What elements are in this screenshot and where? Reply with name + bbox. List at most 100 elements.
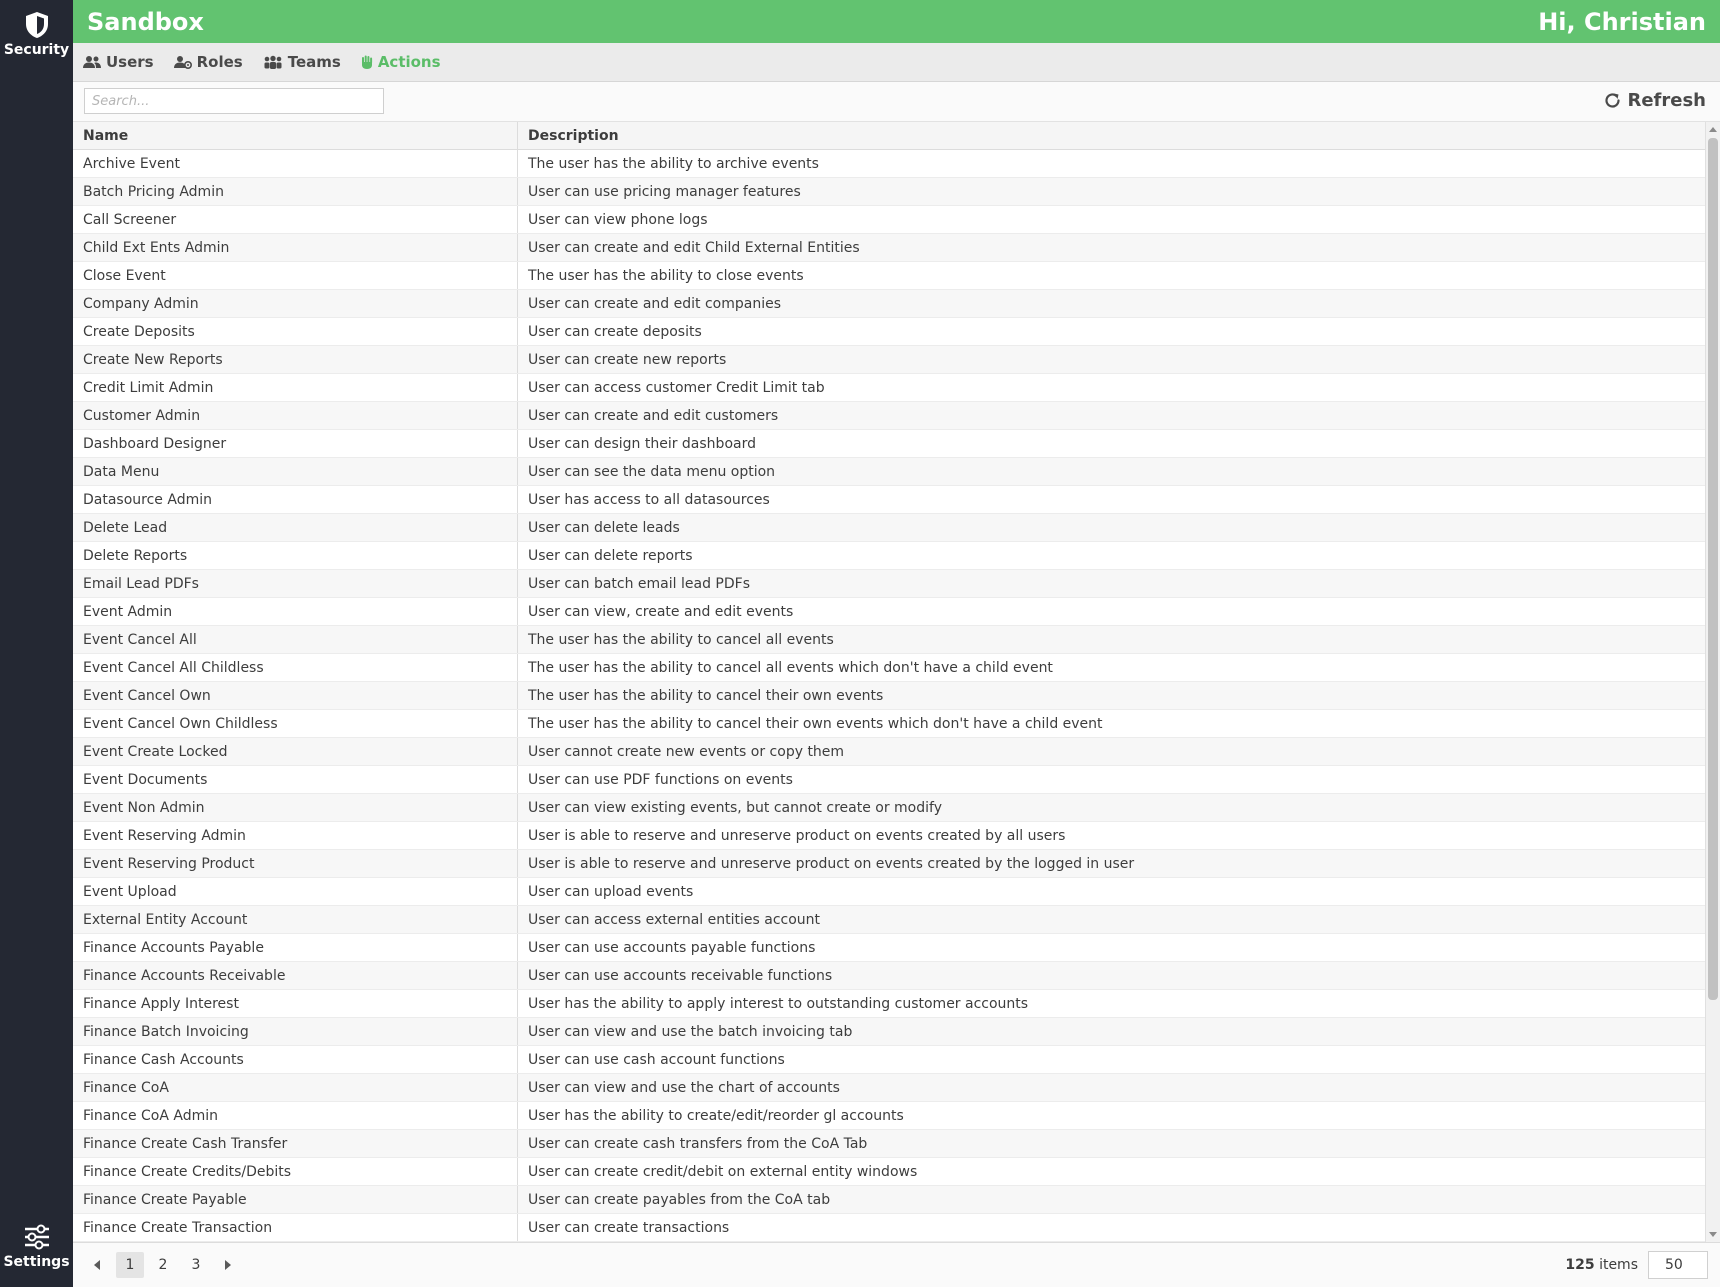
- table-row[interactable]: Batch Pricing Admin User can use pricing …: [73, 178, 1705, 206]
- table-row[interactable]: Delete Lead User can delete leads: [73, 514, 1705, 542]
- table-row[interactable]: Finance Accounts Receivable User can use …: [73, 962, 1705, 990]
- table-row[interactable]: Event Admin User can view, create and edi…: [73, 598, 1705, 626]
- cell-description: User can access customer Credit Limit ta…: [528, 379, 825, 396]
- cell-name: Create Deposits: [73, 318, 518, 345]
- table-row[interactable]: Dashboard Designer User can design their …: [73, 430, 1705, 458]
- cell-name: Finance Create Transaction: [73, 1214, 518, 1241]
- cell-name: Finance Apply Interest: [73, 990, 518, 1017]
- cell-description: User can see the data menu option: [528, 463, 776, 480]
- search-input[interactable]: [84, 88, 384, 114]
- cell-name: Create New Reports: [73, 346, 518, 373]
- toolbar: Refresh: [73, 82, 1720, 122]
- rail-label-security: Security: [3, 42, 70, 58]
- table-row[interactable]: Event Cancel Own The user has the ability…: [73, 682, 1705, 710]
- table-row[interactable]: Event Cancel Own Childless The user has t…: [73, 710, 1705, 738]
- cell-description: User cannot create new events or copy th…: [528, 743, 845, 760]
- cell-description: User can create new reports: [528, 351, 727, 368]
- cell-name: Finance Create Payable: [73, 1186, 518, 1213]
- cell-description: User can create credit/debit on external…: [528, 1163, 918, 1180]
- cell-description: User can create deposits: [528, 323, 702, 340]
- table-row[interactable]: Finance Create Payable User can create pa…: [73, 1186, 1705, 1214]
- tab-bar: Users Roles Teams Actions: [73, 43, 1720, 82]
- table-row[interactable]: Event Reserving Admin User is able to res…: [73, 822, 1705, 850]
- table-row[interactable]: Finance Accounts Payable User can use acc…: [73, 934, 1705, 962]
- table-row[interactable]: Call Screener User can view phone logs: [73, 206, 1705, 234]
- table-row[interactable]: Finance Create Cash Transfer User can cre…: [73, 1130, 1705, 1158]
- pager-page-2[interactable]: 2: [149, 1252, 177, 1278]
- tab-users[interactable]: Users: [83, 53, 154, 71]
- table-row[interactable]: Finance CoA Admin User has the ability to…: [73, 1102, 1705, 1130]
- cell-name: Email Lead PDFs: [73, 570, 518, 597]
- table-row[interactable]: Finance Cash Accounts User can use cash a…: [73, 1046, 1705, 1074]
- cell-description: User can use pricing manager features: [528, 183, 801, 200]
- table-row[interactable]: Child Ext Ents Admin User can create and …: [73, 234, 1705, 262]
- table-row[interactable]: Finance Batch Invoicing User can view and…: [73, 1018, 1705, 1046]
- pager-next-button[interactable]: [214, 1251, 242, 1279]
- table-row[interactable]: Create New Reports User can create new re…: [73, 346, 1705, 374]
- cell-description: User can create and edit customers: [528, 407, 779, 424]
- table-row[interactable]: Company Admin User can create and edit co…: [73, 290, 1705, 318]
- cell-name: Delete Lead: [73, 514, 518, 541]
- cell-description: User can use accounts receivable functio…: [528, 967, 833, 984]
- users-icon: [83, 56, 101, 68]
- scroll-up-icon[interactable]: [1709, 127, 1717, 132]
- pager-page-3[interactable]: 3: [182, 1252, 210, 1278]
- table-row[interactable]: External Entity Account User can access e…: [73, 906, 1705, 934]
- items-label: items: [1599, 1257, 1638, 1273]
- rail-item-security[interactable]: Security: [0, 10, 73, 58]
- table-row[interactable]: Event Cancel All Childless The user has t…: [73, 654, 1705, 682]
- table-row[interactable]: Create Deposits User can create deposits: [73, 318, 1705, 346]
- table-row[interactable]: Credit Limit Admin User can access custom…: [73, 374, 1705, 402]
- scroll-thumb[interactable]: [1708, 138, 1718, 1000]
- table-row[interactable]: Datasource Admin User has access to all d…: [73, 486, 1705, 514]
- table-row[interactable]: Finance Create Transaction User can creat…: [73, 1214, 1705, 1242]
- table-row[interactable]: Event Reserving Product User is able to r…: [73, 850, 1705, 878]
- table-row[interactable]: Email Lead PDFs User can batch email lead…: [73, 570, 1705, 598]
- cell-name: Delete Reports: [73, 542, 518, 569]
- tab-roles[interactable]: Roles: [173, 53, 243, 71]
- table-row[interactable]: Customer Admin User can create and edit c…: [73, 402, 1705, 430]
- cell-description: The user has the ability to close events: [528, 267, 804, 284]
- cell-name: Archive Event: [73, 150, 518, 177]
- column-header-name[interactable]: Name: [73, 122, 518, 149]
- cell-description: The user has the ability to cancel all e…: [528, 631, 834, 648]
- table-row[interactable]: Finance Create Credits/Debits User can cr…: [73, 1158, 1705, 1186]
- table-row[interactable]: Delete Reports User can delete reports: [73, 542, 1705, 570]
- tab-teams[interactable]: Teams: [263, 53, 341, 71]
- cell-name: External Entity Account: [73, 906, 518, 933]
- table-row[interactable]: Data Menu User can see the data menu opti…: [73, 458, 1705, 486]
- grid-scrollbar[interactable]: [1705, 122, 1720, 1242]
- refresh-label: Refresh: [1627, 90, 1706, 111]
- cell-name: Event Cancel Own Childless: [73, 710, 518, 737]
- table-row[interactable]: Event Non Admin User can view existing ev…: [73, 794, 1705, 822]
- table-row[interactable]: Archive Event The user has the ability to…: [73, 150, 1705, 178]
- table-row[interactable]: Event Create Locked User cannot create ne…: [73, 738, 1705, 766]
- cell-name: Finance Cash Accounts: [73, 1046, 518, 1073]
- rail-item-settings[interactable]: Settings: [0, 1222, 73, 1270]
- table-row[interactable]: Event Cancel All The user has the ability…: [73, 626, 1705, 654]
- column-header-description[interactable]: Description: [518, 122, 1705, 149]
- page-size-select[interactable]: 50: [1648, 1251, 1708, 1279]
- cell-name: Call Screener: [73, 206, 518, 233]
- user-greeting[interactable]: Hi, Christian: [1538, 8, 1706, 36]
- table-row[interactable]: Close Event The user has the ability to c…: [73, 262, 1705, 290]
- cell-description: User can use PDF functions on events: [528, 771, 793, 788]
- cell-name: Event Cancel Own: [73, 682, 518, 709]
- pager-page-1[interactable]: 1: [116, 1252, 144, 1278]
- table-row[interactable]: Finance CoA User can view and use the cha…: [73, 1074, 1705, 1102]
- cell-name: Close Event: [73, 262, 518, 289]
- cell-name: Event Non Admin: [73, 794, 518, 821]
- teams-icon: [264, 55, 282, 69]
- table-row[interactable]: Event Documents User can use PDF function…: [73, 766, 1705, 794]
- grid-body: Archive Event The user has the ability to…: [73, 150, 1705, 1242]
- refresh-button[interactable]: Refresh: [1604, 90, 1706, 111]
- app-title: Sandbox: [87, 7, 204, 36]
- pager-prev-button[interactable]: [83, 1251, 111, 1279]
- cell-name: Finance CoA: [73, 1074, 518, 1101]
- tab-actions[interactable]: Actions: [361, 53, 441, 71]
- table-row[interactable]: Finance Apply Interest User has the abili…: [73, 990, 1705, 1018]
- scroll-down-icon[interactable]: [1709, 1232, 1717, 1237]
- shield-icon: [22, 10, 52, 40]
- table-row[interactable]: Event Upload User can upload events: [73, 878, 1705, 906]
- cell-name: Finance Create Cash Transfer: [73, 1130, 518, 1157]
